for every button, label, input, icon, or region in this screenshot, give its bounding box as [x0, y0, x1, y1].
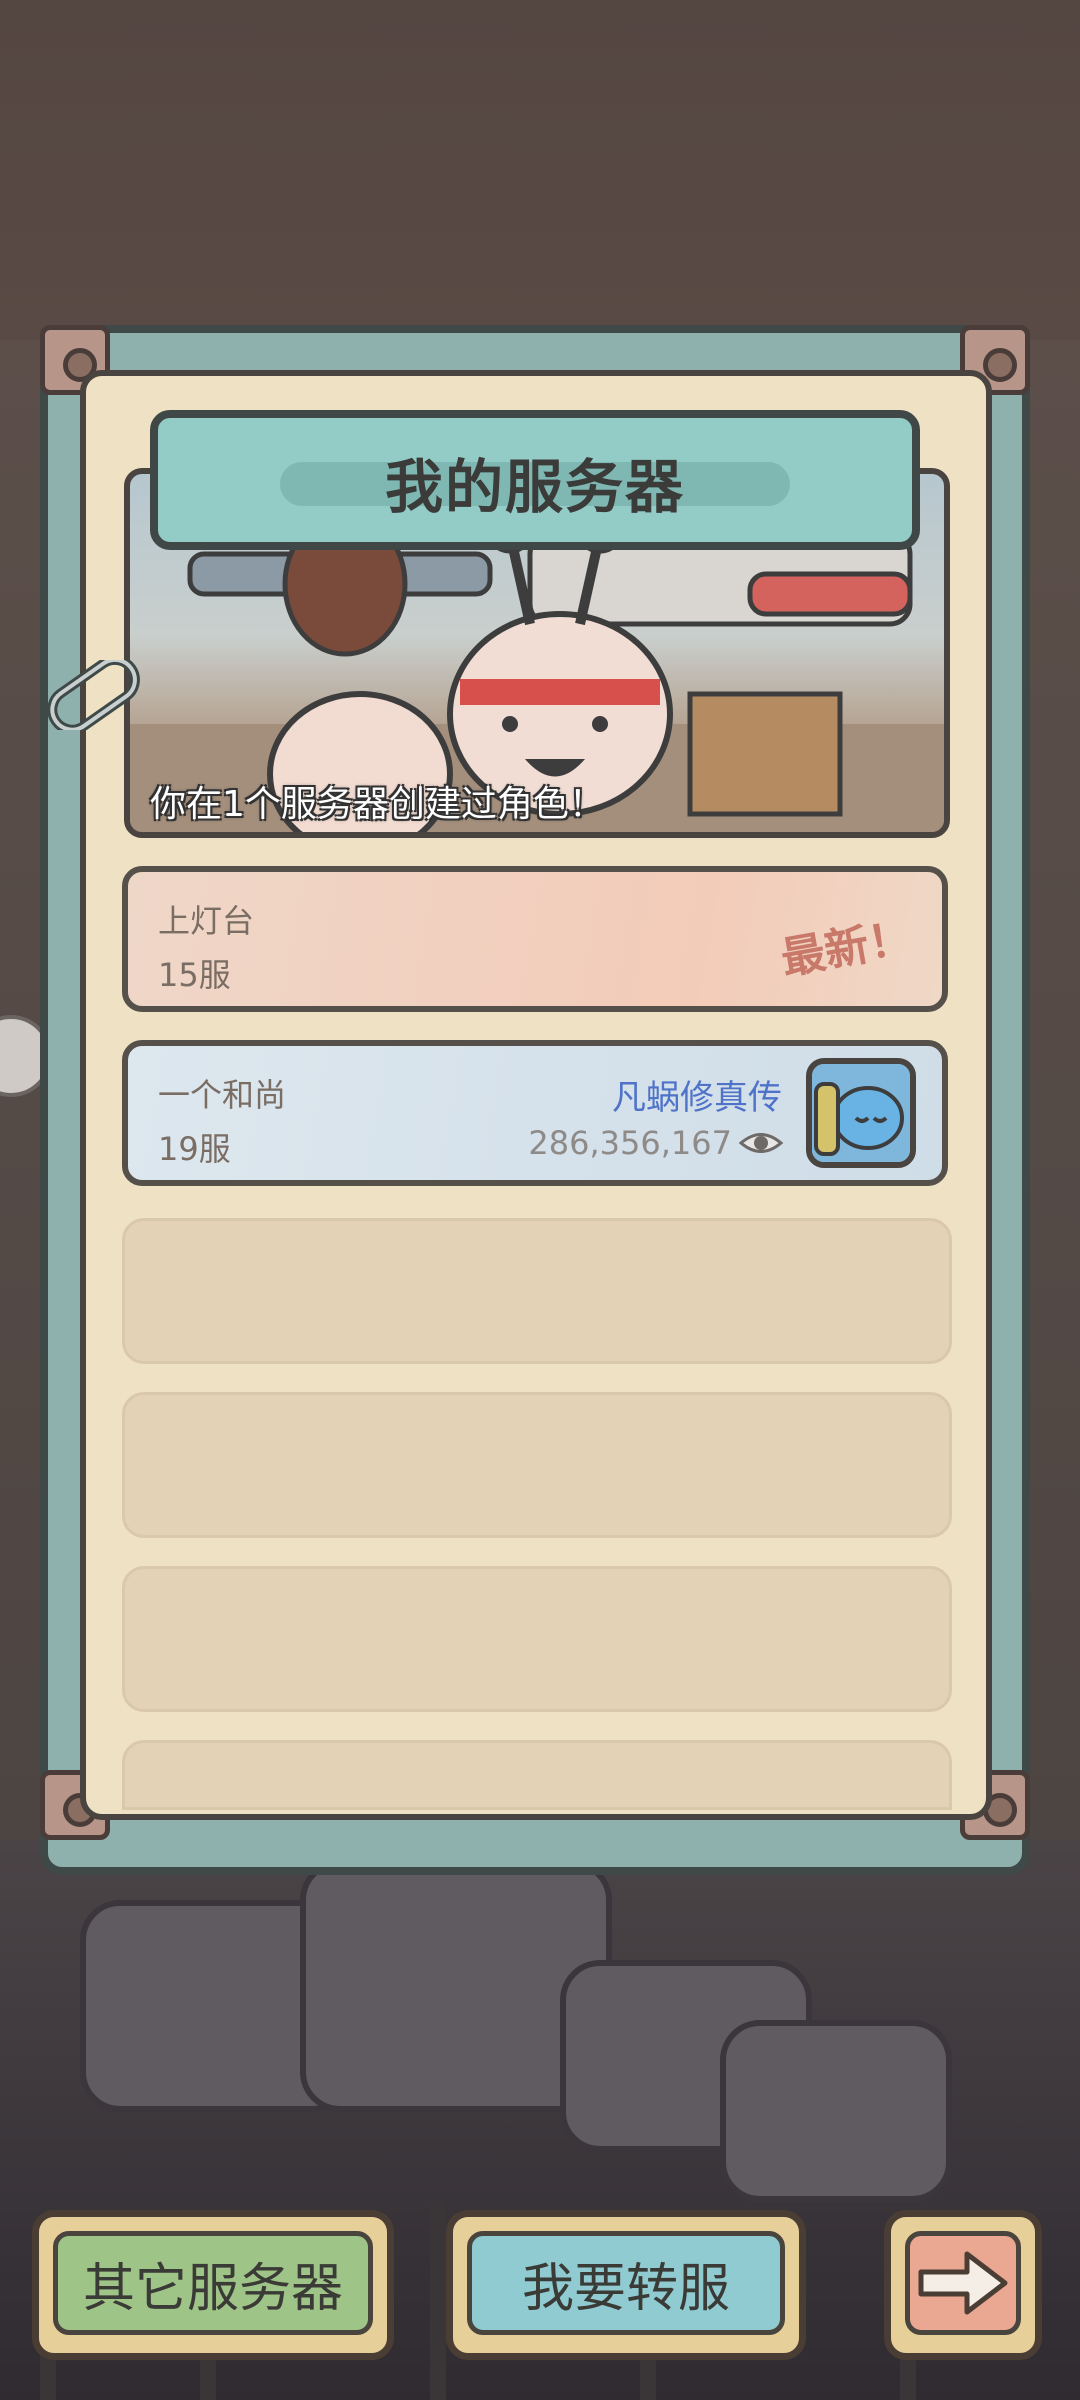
- server-card-character[interactable]: 一个和尚 19服 凡蜗修真传 286,356,167: [122, 1040, 948, 1186]
- empty-server-slot: [122, 1218, 952, 1364]
- character-name: 凡蜗修真传: [612, 1078, 782, 1118]
- server-number: 15服: [158, 956, 231, 994]
- right-arrow-icon: [918, 2251, 1008, 2315]
- grass: [430, 2200, 446, 2400]
- character-avatar[interactable]: [806, 1058, 916, 1168]
- rock: [720, 2020, 952, 2202]
- transfer-server-label: 我要转服: [467, 2231, 785, 2335]
- next-button[interactable]: [884, 2210, 1042, 2360]
- hero-caption: 你在1个服务器创建过角色！: [150, 784, 605, 825]
- paperclip-icon: [47, 660, 140, 730]
- other-servers-button[interactable]: 其它服务器: [32, 2210, 394, 2360]
- server-number: 19服: [158, 1130, 231, 1168]
- empty-server-slot: [122, 1392, 952, 1538]
- server-card-latest[interactable]: 上灯台 15服 最新！: [122, 866, 948, 1012]
- dialog-title: 我的服务器: [384, 453, 685, 521]
- transfer-server-button[interactable]: 我要转服: [446, 2210, 806, 2360]
- server-name: 上灯台: [158, 902, 255, 940]
- empty-server-slot: [122, 1566, 952, 1712]
- server-name: 一个和尚: [158, 1076, 287, 1114]
- power-value: 286,356,167: [528, 1124, 732, 1162]
- empty-server-slot: [122, 1740, 952, 1810]
- other-servers-label: 其它服务器: [53, 2231, 373, 2335]
- next-button-face: [905, 2231, 1021, 2335]
- background-sky: [0, 0, 1080, 340]
- eye-icon: [738, 1133, 784, 1153]
- latest-badge: 最新！: [777, 911, 917, 986]
